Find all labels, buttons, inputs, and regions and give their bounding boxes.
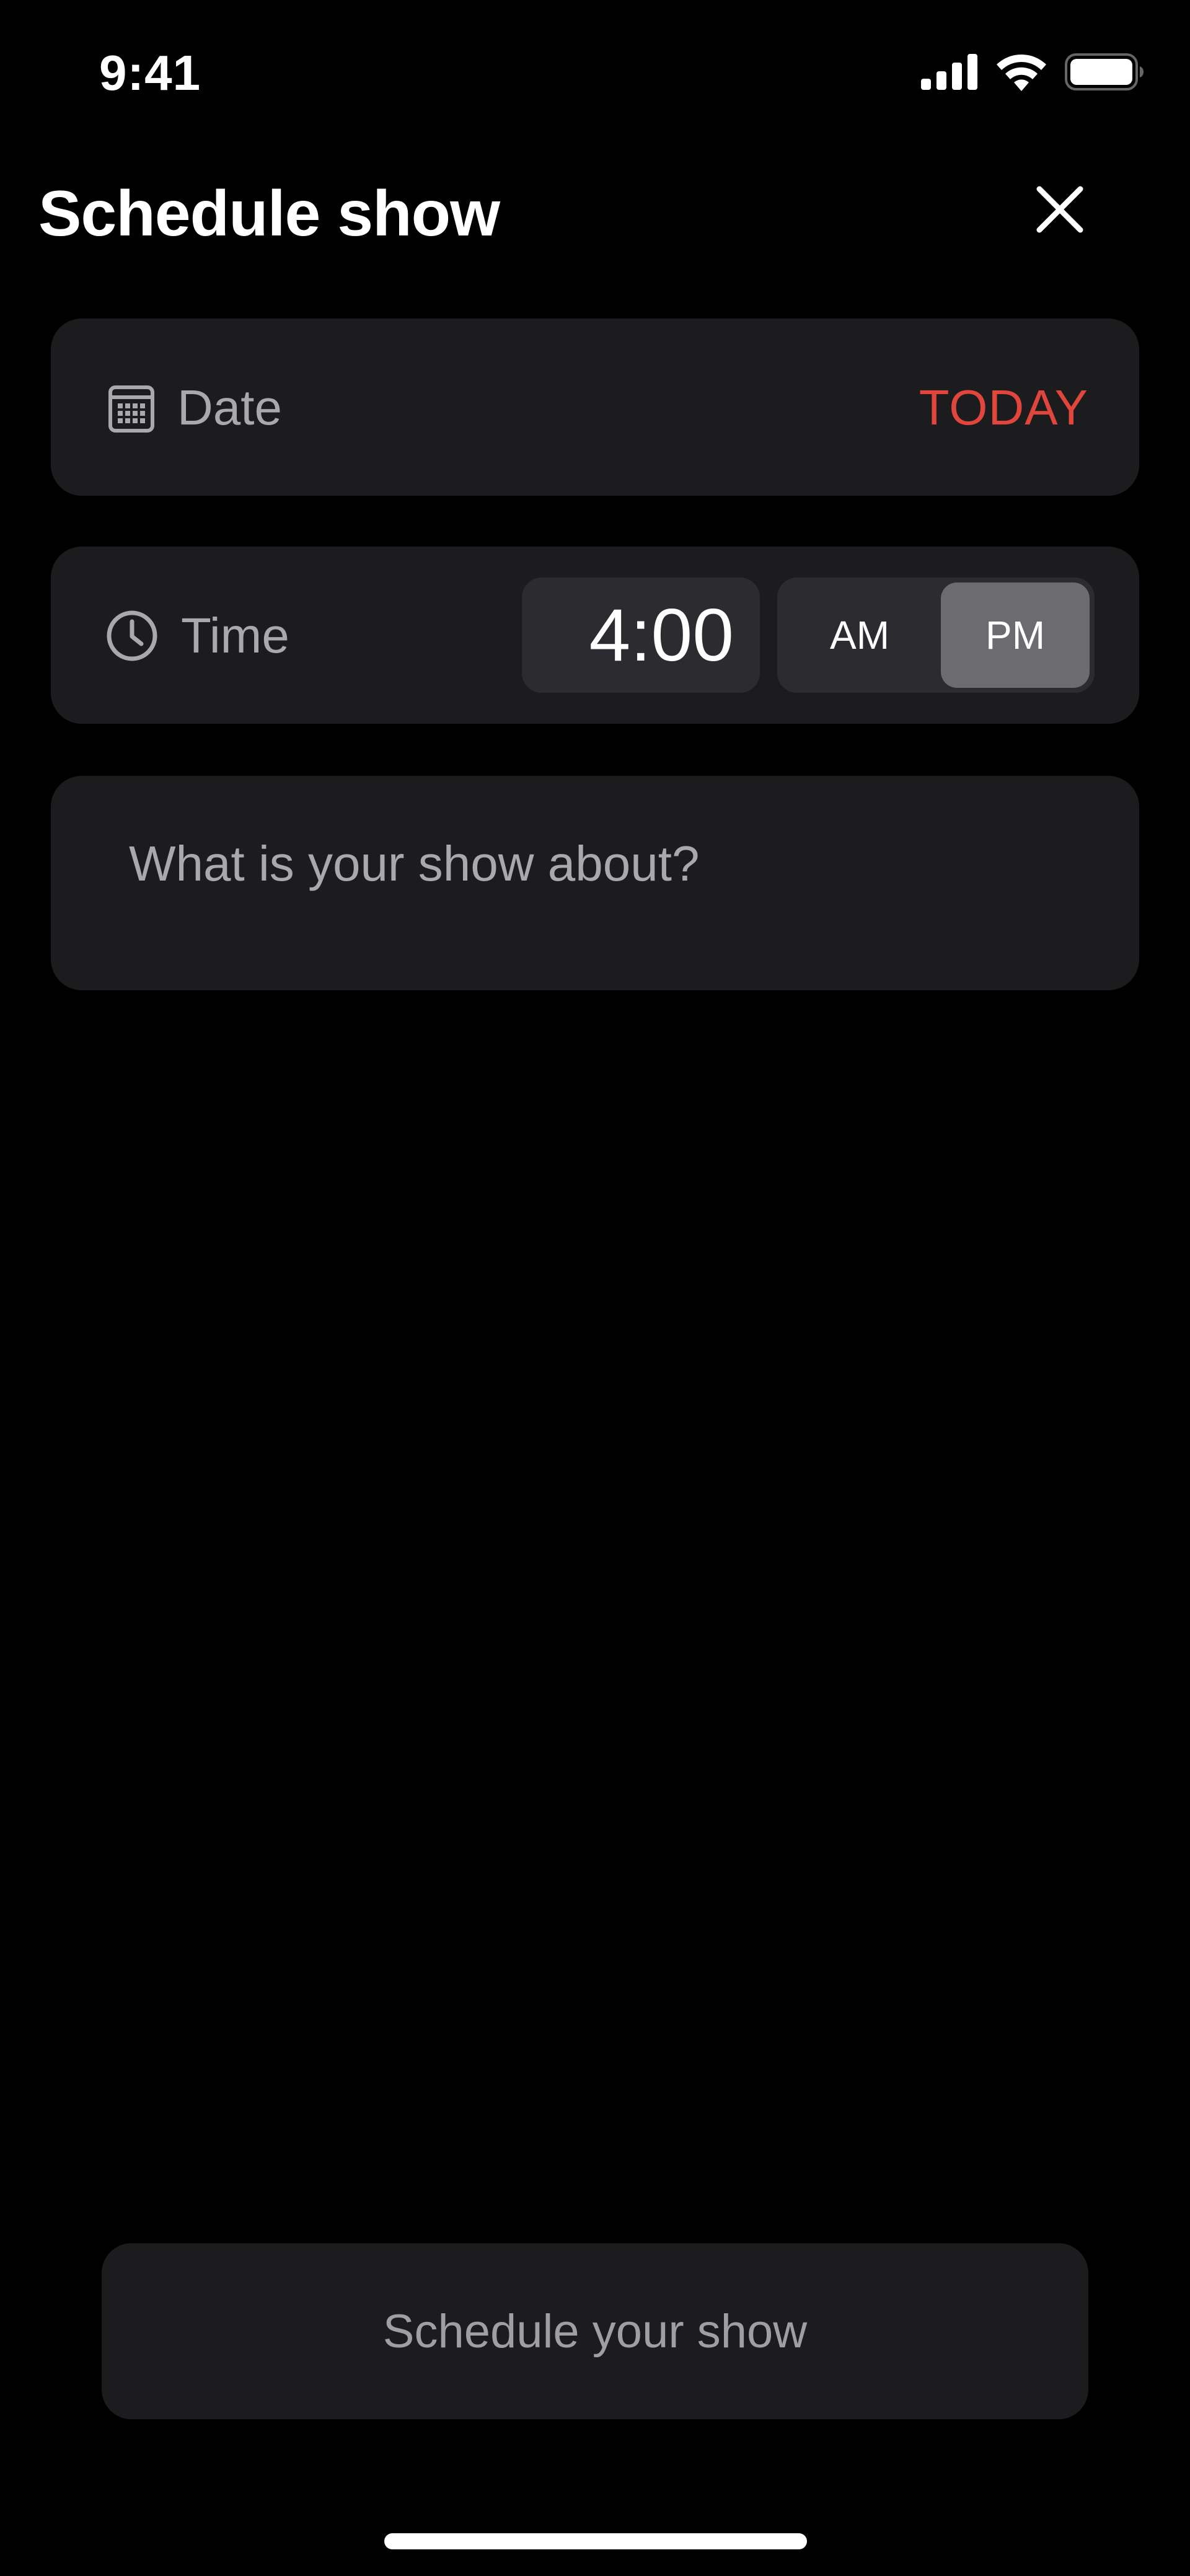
close-button[interactable] [1029,180,1091,242]
time-input[interactable]: 4:00 [522,578,760,693]
page-title: Schedule show [38,178,500,250]
show-description-placeholder[interactable]: What is your show about? [129,834,699,894]
am-pm-toggle[interactable]: AM PM [777,578,1095,693]
status-time: 9:41 [99,45,201,100]
am-option[interactable]: AM [782,582,937,688]
wifi-icon [995,53,1047,94]
calendar-icon [108,382,155,433]
cellular-signal-icon [921,53,978,93]
close-icon [1036,185,1084,237]
home-indicator[interactable] [384,2533,807,2549]
date-label: Date [177,380,282,435]
pm-option[interactable]: PM [941,582,1090,688]
time-row: Time 4:00 AM PM [51,547,1139,724]
date-row[interactable]: Date TODAY [51,319,1139,496]
clock-icon [105,609,159,662]
show-description-field[interactable]: What is your show about? [51,776,1139,990]
status-icons [921,53,1144,94]
date-value[interactable]: TODAY [919,378,1088,437]
time-label: Time [181,608,289,663]
battery-icon [1065,53,1144,94]
date-label-group: Date [108,378,282,437]
schedule-show-button[interactable]: Schedule your show [102,2243,1088,2419]
time-label-group: Time [105,606,289,666]
